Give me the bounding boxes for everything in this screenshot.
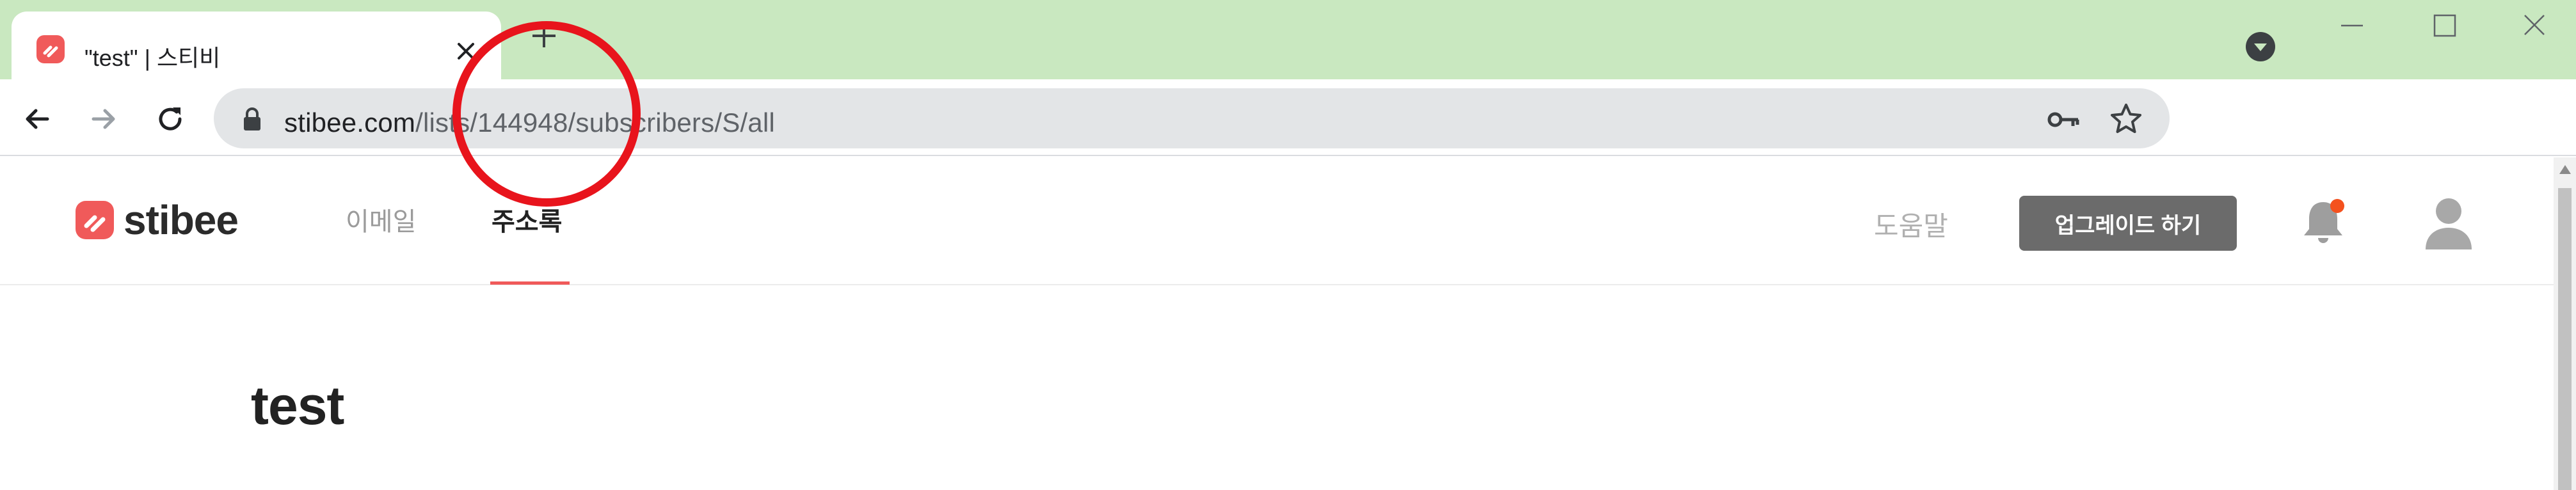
stibee-logo-icon	[36, 35, 65, 63]
arrow-left-icon[interactable]	[18, 100, 56, 138]
minimize-window-icon[interactable]	[2330, 13, 2374, 38]
nav-email[interactable]: 이메일	[346, 201, 416, 238]
page-scrollbar[interactable]	[2554, 157, 2576, 490]
scroll-thumb[interactable]	[2558, 188, 2572, 490]
site-header: stibee 이메일 주소록 도움말 업그레이드 하기	[0, 157, 2554, 285]
browser-toolbar: stibee.com/lists/144948/subscribers/S/al…	[0, 79, 2576, 156]
scroll-up-arrow-icon[interactable]	[2559, 165, 2571, 174]
stibee-logo[interactable]: stibee	[74, 194, 239, 246]
close-window-icon[interactable]	[2512, 10, 2557, 41]
star-icon[interactable]	[2108, 101, 2144, 137]
red-circle-annotation	[452, 21, 641, 207]
upgrade-button[interactable]: 업그레이드 하기	[2019, 196, 2237, 251]
bell-icon[interactable]	[2298, 196, 2349, 249]
chevron-down-icon[interactable]	[2243, 29, 2278, 64]
lock-icon[interactable]	[241, 106, 264, 132]
key-icon[interactable]	[2046, 105, 2081, 134]
reload-icon[interactable]	[151, 100, 189, 138]
tab-title: "test" | 스티비	[84, 45, 221, 71]
help-link[interactable]: 도움말	[1874, 205, 1948, 244]
page-title: test	[251, 375, 344, 436]
browser-tab-active[interactable]: "test" | 스티비	[12, 12, 501, 79]
url-host: stibee.com	[284, 107, 416, 138]
stibee-logo-icon	[76, 201, 114, 239]
arrow-right-icon[interactable]	[84, 100, 123, 138]
browser-tabstrip: "test" | 스티비	[0, 0, 2576, 79]
user-avatar-icon[interactable]	[2422, 194, 2476, 252]
notification-dot	[2330, 199, 2344, 213]
nav-active-indicator	[490, 281, 570, 285]
maximize-window-icon[interactable]	[2422, 12, 2467, 40]
brand-name: stibee	[124, 197, 239, 243]
